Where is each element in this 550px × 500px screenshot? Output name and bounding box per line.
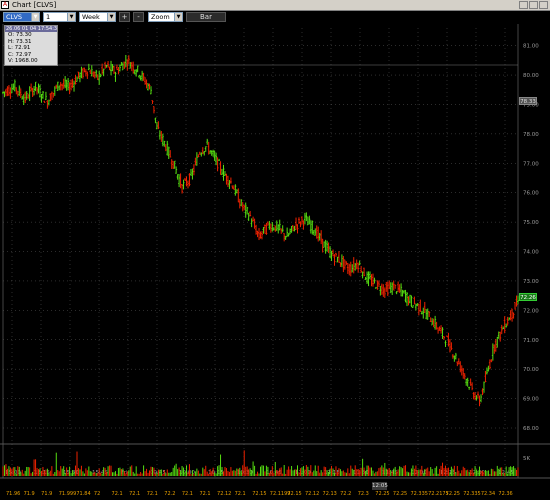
window-titlebar: A Chart [CLVS] [0, 0, 550, 11]
price-strip-value: 72.1 [235, 491, 246, 497]
price-strip-value: 72.1 [147, 491, 158, 497]
chart-area[interactable]: 81.0080.0079.0078.0077.0076.0075.0074.00… [0, 24, 550, 500]
price-strip-value: 72.335 [410, 491, 428, 497]
price-strip-value: 72.12 [305, 491, 319, 497]
chevron-down-icon[interactable]: ▼ [174, 13, 182, 21]
maximize-button[interactable] [529, 1, 538, 9]
y-tick-label: 70.00 [523, 367, 539, 373]
close-button[interactable] [539, 1, 548, 9]
ohlc-close: C: 72.97 [8, 51, 32, 58]
y-tick-label: 72.00 [523, 308, 539, 314]
symbol-value: CLVS [6, 13, 23, 21]
window-title: Chart [CLVS] [12, 1, 57, 9]
price-strip-value: 71.9 [24, 491, 35, 497]
price-strip-value: 71.9 [41, 491, 52, 497]
zoom-select[interactable]: Zoom ▼ [148, 12, 183, 22]
price-strip-value: 72.25 [446, 491, 460, 497]
y-tick-label: 75.00 [523, 220, 539, 226]
minimize-button[interactable] [519, 1, 528, 9]
y-tick-label: 78.00 [523, 132, 539, 138]
price-strip-value: 72.1 [199, 491, 210, 497]
price-strip-value: 72.25 [393, 491, 407, 497]
ohlc-open: O: 73.30 [8, 32, 32, 38]
bottom-time-marker: 12:05 [372, 482, 388, 490]
y-tick-label: 68.00 [523, 426, 539, 432]
zoom-in-button[interactable]: + [119, 12, 130, 22]
chart-toolbar: CLVS ▼ 1 minute ▼ Week ▼ + - Zoom ▼ Bar [0, 11, 550, 29]
current-price-tag: 72.26 [519, 293, 537, 301]
price-strip-value: 72.36 [498, 491, 512, 497]
price-strip-value: 72.15 [252, 491, 266, 497]
price-strip-value: 72.3 [358, 491, 369, 497]
y-tick-label: 71.00 [523, 338, 539, 344]
app-icon: A [1, 1, 9, 9]
symbol-select[interactable]: CLVS ▼ [3, 12, 40, 22]
interval-select[interactable]: 1 minute ▼ [43, 12, 76, 29]
y-tick-label: 74.00 [523, 250, 539, 256]
price-strip-value: 72.2 [164, 491, 175, 497]
ohlc-info-box: 26.06 01 04 17:54:30 O: 73.30 H: 73.31 L… [4, 25, 58, 66]
price-strip-value: 71.999 [59, 491, 77, 497]
y-tick-label: 81.00 [523, 44, 539, 50]
period-value: Week [82, 13, 100, 21]
ohlc-high: H: 73.31 [8, 38, 32, 45]
y-tick-label: 76.00 [523, 191, 539, 197]
price-strip-value: 72.13 [323, 491, 337, 497]
price-chart[interactable]: 81.0080.0079.0078.0077.0076.0075.0074.00… [0, 24, 550, 500]
price-strip-value: 72.15 [287, 491, 301, 497]
price-strip-value: 71.84 [76, 491, 90, 497]
volume-axis-label: 5K [523, 456, 530, 462]
price-strip-value: 72.1 [112, 491, 123, 497]
y-tick-label: 73.00 [523, 279, 539, 285]
chart-type-button[interactable]: Bar [186, 12, 226, 22]
ohlc-low: L: 72.91 [8, 45, 31, 52]
price-strip-value: 72.335 [463, 491, 481, 497]
zoom-out-button[interactable]: - [133, 12, 144, 22]
price-strip-value: 71.96 [6, 491, 20, 497]
y-tick-label: 77.00 [523, 161, 539, 167]
price-strip-value: 72.34 [481, 491, 495, 497]
price-strip-value: 72.1 [129, 491, 140, 497]
marker-price-tag: 78.33 [519, 97, 537, 105]
ohlc-volume: V: 1968.00 [8, 58, 38, 65]
price-strip-value: 72.1 [182, 491, 193, 497]
price-strip-value: 72.2 [340, 491, 351, 497]
price-strip-value: 72 [94, 491, 100, 497]
chevron-down-icon[interactable]: ▼ [67, 13, 75, 21]
chevron-down-icon[interactable]: ▼ [107, 13, 115, 21]
chevron-down-icon[interactable]: ▼ [31, 13, 39, 21]
y-tick-label: 69.00 [523, 397, 539, 403]
period-select[interactable]: Week ▼ [79, 12, 116, 22]
x-tick-label: 15:15 [34, 470, 50, 476]
price-strip-value: 72.12 [217, 491, 231, 497]
price-strip-value: 72.25 [375, 491, 389, 497]
y-tick-label: 80.00 [523, 73, 539, 79]
zoom-value: Zoom [151, 13, 170, 21]
